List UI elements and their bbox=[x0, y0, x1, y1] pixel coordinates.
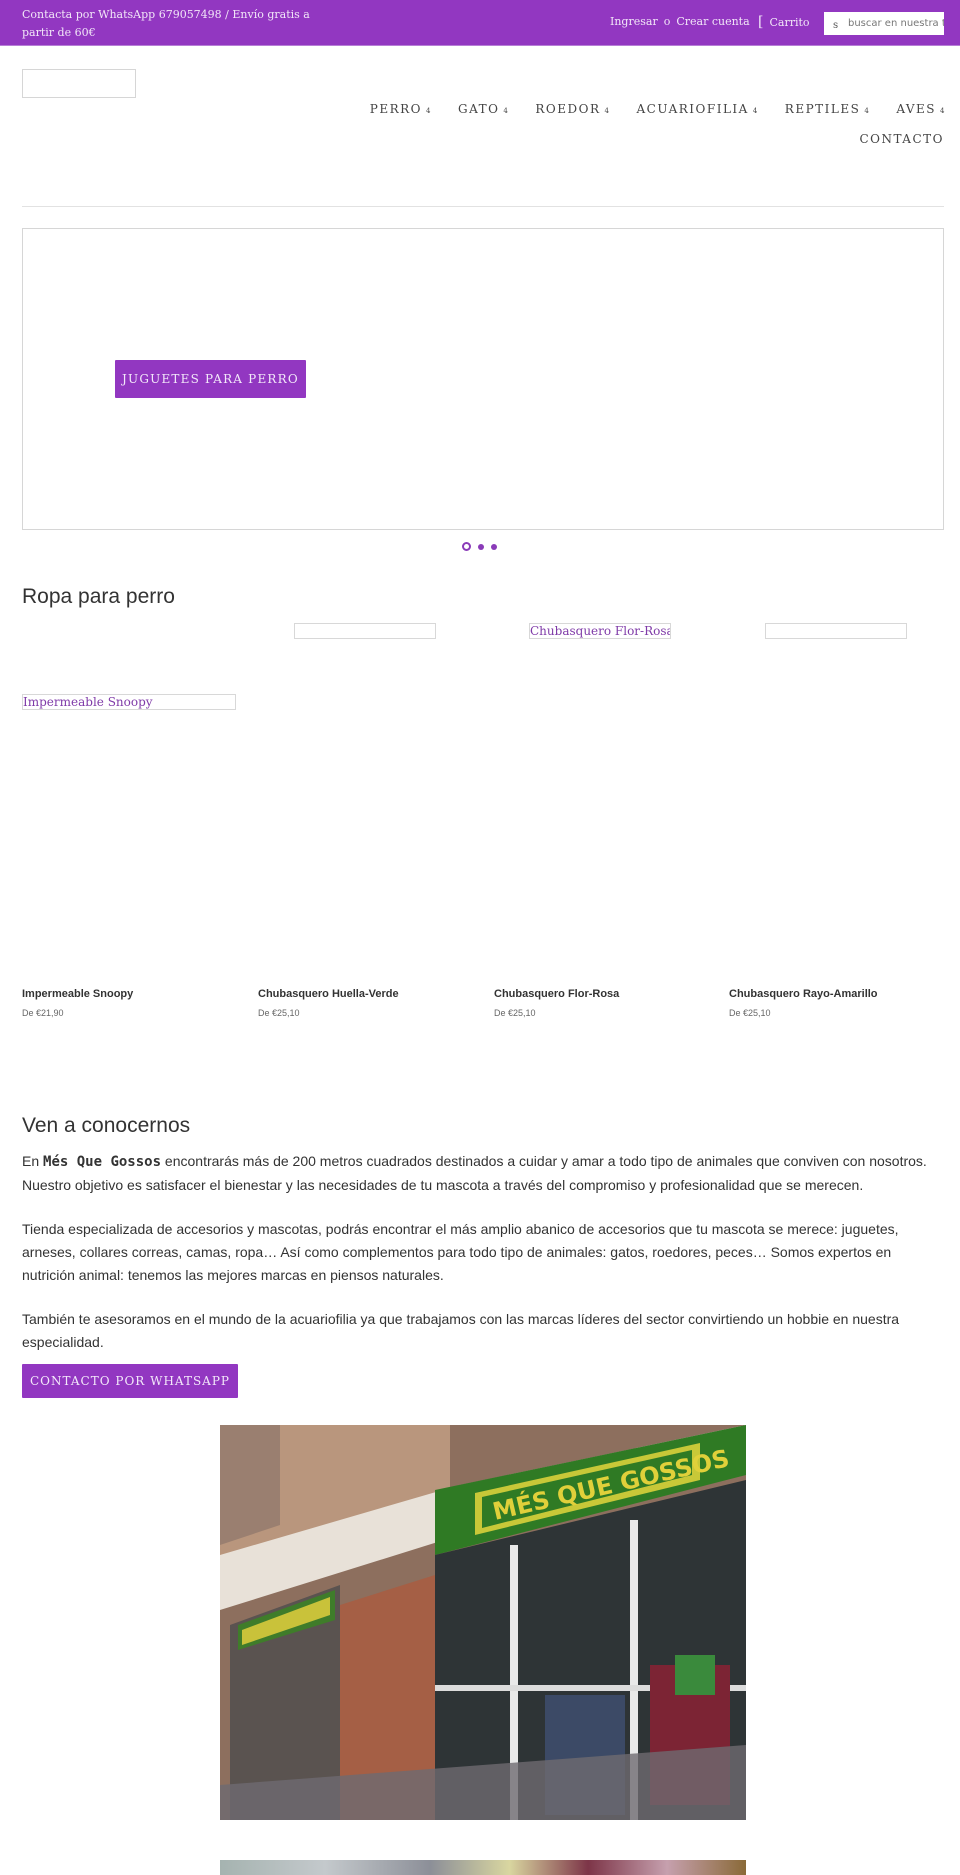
product-image-placeholder[interactable]: Chubasquero Flor-Rosa bbox=[529, 623, 671, 639]
product-name[interactable]: Chubasquero Flor-Rosa bbox=[494, 988, 619, 1000]
search-icon[interactable]: s bbox=[833, 20, 838, 31]
hero-slider: JUGUETES PARA PERRO bbox=[22, 228, 944, 530]
slider-pagination bbox=[462, 542, 497, 551]
nav-item-label: AVES bbox=[896, 102, 937, 116]
product-price: De €25,10 bbox=[258, 1008, 300, 1018]
chevron-down-icon: 4 bbox=[604, 107, 611, 115]
nav-item-label: PERRO bbox=[369, 102, 423, 116]
header-divider bbox=[22, 206, 944, 207]
nav-item-acuariofilia[interactable]: ACUARIOFILIA 4 bbox=[637, 102, 759, 116]
cart-icon: [ bbox=[758, 14, 764, 30]
nav-item-reptiles[interactable]: REPTILES 4 bbox=[785, 102, 871, 116]
nav-item-label: REPTILES bbox=[784, 102, 861, 116]
product-price: De €25,10 bbox=[729, 1008, 771, 1018]
register-link[interactable]: Crear cuenta bbox=[676, 15, 749, 28]
product-name[interactable]: Chubasquero Rayo-Amarillo bbox=[729, 988, 878, 1000]
logo[interactable] bbox=[22, 69, 136, 98]
whatsapp-contact-button[interactable]: CONTACTO POR WHATSAPP bbox=[22, 1364, 238, 1398]
chevron-down-icon: 4 bbox=[426, 107, 432, 115]
about-paragraph-1: En Més Que Gossos encontrarás más de 200… bbox=[22, 1150, 942, 1197]
storefront-photo: MÉS QUE GOSSOS bbox=[220, 1425, 746, 1820]
cart-link[interactable]: [ Carrito bbox=[758, 14, 810, 30]
promo-text: Contacta por WhatsApp 679057498 / Envío … bbox=[22, 8, 310, 39]
nav-item-perro[interactable]: PERRO 4 bbox=[370, 102, 432, 116]
product-image-placeholder[interactable] bbox=[294, 623, 436, 639]
chevron-down-icon: 4 bbox=[503, 107, 510, 115]
search-input[interactable] bbox=[846, 12, 944, 35]
nav-item-label: ROEDOR bbox=[535, 102, 601, 116]
account-links: Ingresar o Crear cuenta bbox=[610, 15, 750, 28]
product-price: De €21,90 bbox=[22, 1008, 64, 1018]
search-box: s bbox=[824, 12, 944, 35]
about-p1-prefix: En bbox=[22, 1153, 44, 1169]
about-paragraph-2: Tienda especializada de accesorios y mas… bbox=[22, 1221, 899, 1283]
cart-label: Carrito bbox=[769, 16, 810, 29]
chevron-down-icon: 4 bbox=[752, 107, 759, 115]
or-separator: o bbox=[663, 15, 671, 28]
top-bar: Contacta por WhatsApp 679057498 / Envío … bbox=[0, 0, 960, 46]
nav-item-label: GATO bbox=[457, 102, 500, 116]
chevron-down-icon: 4 bbox=[940, 107, 946, 115]
nav-item-label: ACUARIOFILIA bbox=[636, 102, 749, 116]
storefront-illustration: MÉS QUE GOSSOS bbox=[220, 1425, 746, 1820]
chevron-down-icon: 4 bbox=[864, 107, 871, 115]
product-price: De €25,10 bbox=[494, 1008, 536, 1018]
shop-interior-photo bbox=[220, 1860, 746, 1875]
nav-item-aves[interactable]: AVES 4 bbox=[896, 102, 946, 116]
product-image-placeholder[interactable]: Impermeable Snoopy bbox=[22, 694, 236, 710]
slider-dot[interactable] bbox=[462, 542, 471, 551]
nav-item-roedor[interactable]: ROEDOR 4 bbox=[535, 102, 610, 116]
product-name[interactable]: Impermeable Snoopy bbox=[22, 988, 133, 1000]
brand-name: Més Que Gossos bbox=[43, 1154, 162, 1170]
product-name[interactable]: Chubasquero Huella-Verde bbox=[258, 988, 399, 1000]
product-image-placeholder[interactable] bbox=[765, 623, 907, 639]
products-section-title: Ropa para perro bbox=[22, 585, 175, 608]
nav-item-gato[interactable]: GATO 4 bbox=[458, 102, 509, 116]
nav-item-contacto[interactable]: CONTACTO bbox=[859, 132, 944, 146]
login-link[interactable]: Ingresar bbox=[610, 15, 658, 28]
slider-dot[interactable] bbox=[478, 543, 484, 550]
slider-dot[interactable] bbox=[491, 543, 497, 550]
about-paragraph-3: También te asesoramos en el mundo de la … bbox=[22, 1311, 900, 1350]
about-section-title: Ven a conocernos bbox=[22, 1114, 191, 1137]
slide-cta-button[interactable]: JUGUETES PARA PERRO bbox=[115, 360, 306, 398]
